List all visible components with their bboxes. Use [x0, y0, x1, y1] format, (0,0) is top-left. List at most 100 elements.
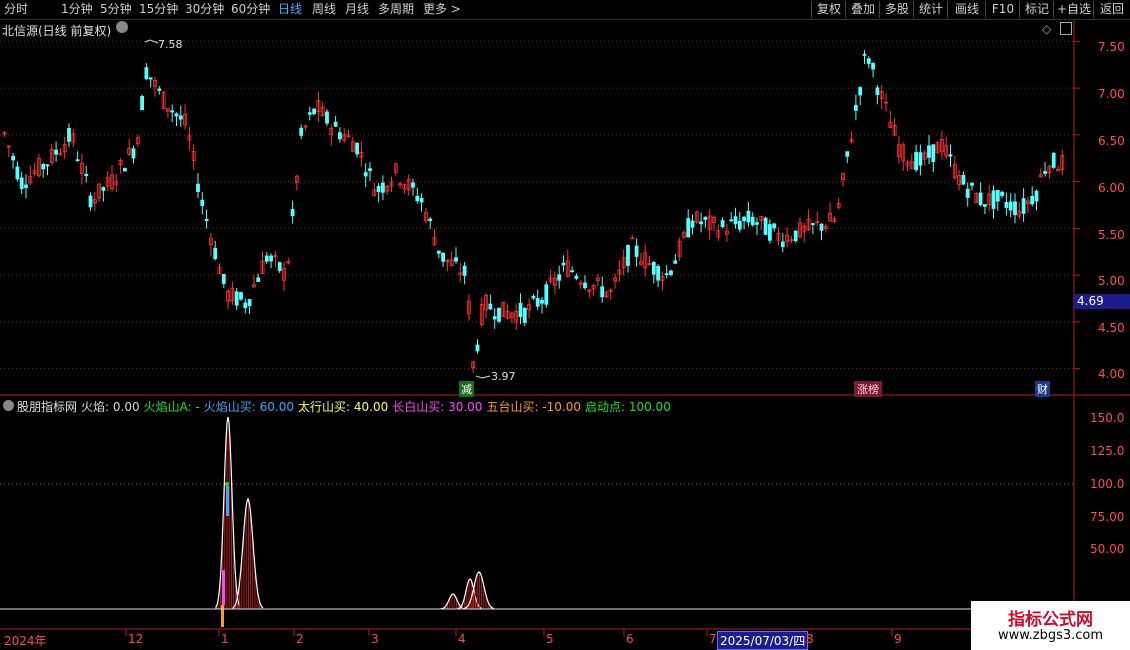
candle-body: [488, 303, 493, 310]
indicator-name[interactable]: 股朋指标网: [17, 400, 77, 414]
tab-multi-period[interactable]: 多周期: [378, 1, 414, 18]
candle-body: [664, 273, 669, 276]
candle-body: [755, 222, 759, 225]
candle-body: [419, 197, 424, 203]
cursor-date: 2025/07/03/四: [717, 631, 809, 650]
tab-15min[interactable]: 15分钟: [139, 1, 178, 18]
tab-5min[interactable]: 5分钟: [100, 1, 132, 18]
candle-body: [858, 87, 863, 96]
chart-menu-icon[interactable]: [116, 21, 128, 33]
tab-60min[interactable]: 60分钟: [231, 1, 270, 18]
candle-body: [157, 88, 162, 91]
legend-taihangshan-buy: 太行山买: 40.00: [298, 400, 389, 414]
candle-body: [574, 275, 579, 279]
price-label: 5.50: [1098, 228, 1125, 242]
draw-line-button[interactable]: 画线: [947, 1, 986, 18]
tab-weekly[interactable]: 周线: [312, 1, 336, 18]
wutaishan-buy-mark: [221, 605, 224, 627]
price-label: 7.00: [1098, 87, 1125, 101]
reduction-badge[interactable]: 减: [459, 381, 474, 397]
tab-daily[interactable]: 日线: [278, 1, 302, 18]
layout-icon[interactable]: [1060, 22, 1072, 35]
price-label: 7.50: [1098, 40, 1125, 54]
mark-button[interactable]: 标记: [1019, 1, 1054, 18]
low-marker-line: [475, 375, 491, 379]
time-label: 2: [296, 632, 304, 646]
watermark: 指标公式网 www.zbgs3.com: [971, 601, 1130, 650]
top-list-badge[interactable]: 涨榜: [854, 381, 882, 397]
legend-start-point: 启动点: 100.00: [584, 400, 671, 414]
candle-body: [380, 182, 385, 193]
candle-body: [363, 172, 368, 177]
candle-body: [983, 204, 987, 207]
candle-body: [140, 95, 145, 111]
watermark-url: www.zbgs3.com: [997, 628, 1104, 643]
candle-body: [970, 182, 974, 186]
tab-more[interactable]: 更多 >: [423, 1, 461, 18]
time-label: 4: [458, 632, 466, 646]
tab-1min[interactable]: 1分钟: [61, 1, 93, 18]
time-label: 2024年: [4, 634, 47, 648]
candle-body: [256, 277, 261, 282]
candle-body: [462, 265, 467, 276]
indicator-menu-icon[interactable]: [3, 400, 14, 411]
candle-body: [24, 184, 28, 188]
candle-body: [978, 192, 983, 206]
diamond-icon[interactable]: ◇: [1042, 22, 1051, 36]
overlay-button[interactable]: 叠加: [845, 1, 880, 18]
multi-stock-button[interactable]: 多股: [879, 1, 914, 18]
time-label: 6: [626, 632, 634, 646]
candle-body: [174, 113, 179, 117]
candle-body: [768, 224, 772, 241]
candle-body: [41, 164, 46, 170]
legend-huoyanshan-a: 火焰山A: -: [143, 400, 200, 414]
add-watchlist-button[interactable]: +自选: [1053, 1, 1094, 18]
statistics-button[interactable]: 统计: [913, 1, 948, 18]
candle-body: [1000, 191, 1004, 196]
candle-body: [991, 190, 996, 209]
candle-body: [995, 190, 1000, 202]
finance-badge[interactable]: 财: [1035, 381, 1050, 397]
candle-body: [811, 223, 815, 225]
candle-body: [819, 223, 824, 231]
legend-changbaishan-buy: 长白山买: 30.00: [392, 400, 483, 414]
candle-body: [634, 245, 639, 257]
candle-body: [583, 282, 587, 289]
candle-body: [651, 262, 656, 275]
adjust-button[interactable]: 复权: [811, 1, 846, 18]
tab-intraday[interactable]: 分时: [4, 1, 28, 18]
candle-body: [376, 185, 381, 193]
kline-chart[interactable]: [0, 20, 1130, 650]
candle-body: [144, 67, 149, 80]
candle-body: [234, 291, 239, 306]
candle-body: [454, 257, 458, 262]
f10-button[interactable]: F10: [985, 1, 1020, 18]
candle-body: [15, 166, 20, 180]
candle-body: [875, 87, 880, 96]
candle-body: [221, 273, 226, 284]
candle-body: [845, 151, 850, 157]
candle-body: [729, 219, 734, 222]
indicator-axis-label: 75.00: [1090, 510, 1125, 524]
candle-body: [518, 302, 523, 317]
candle-body: [862, 53, 867, 56]
candle-body: [131, 148, 136, 159]
back-button[interactable]: 返回: [1093, 1, 1130, 18]
price-grid: [0, 40, 1074, 485]
candle-body: [1051, 152, 1056, 168]
tab-monthly[interactable]: 月线: [345, 1, 369, 18]
candle-body: [522, 307, 527, 323]
candle-body: [914, 152, 918, 171]
tab-30min[interactable]: 30分钟: [185, 1, 224, 18]
candle-body: [961, 175, 966, 185]
candle-body: [1043, 171, 1047, 174]
indicator-curve: [457, 578, 483, 610]
candle-body: [703, 216, 708, 220]
candle-body: [866, 58, 871, 64]
candle-body: [544, 284, 549, 305]
time-label: 7: [709, 632, 717, 646]
candle-body: [918, 152, 923, 166]
candle-body: [1034, 190, 1039, 202]
indicator-axis-label: 100.0: [1090, 477, 1125, 491]
candle-body: [656, 266, 660, 281]
